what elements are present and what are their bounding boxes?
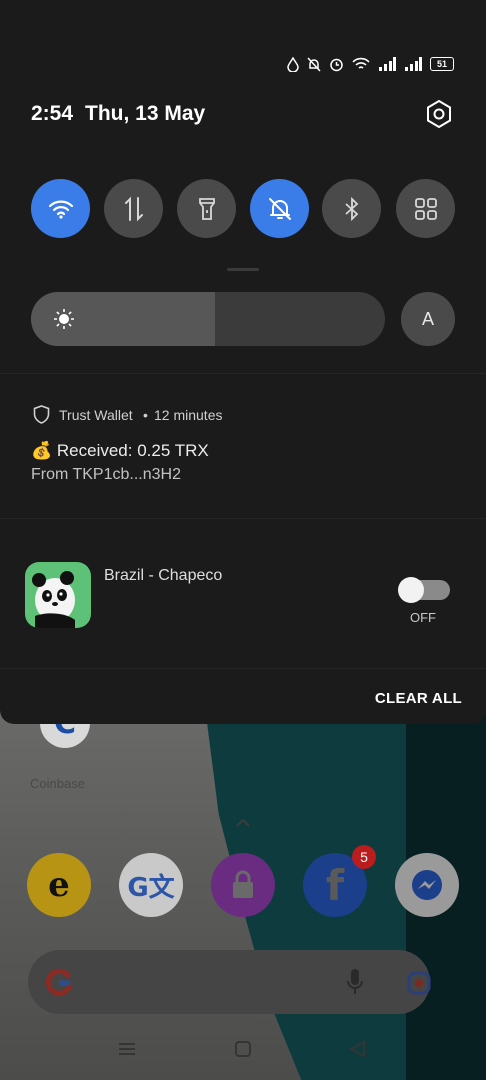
google-lens-icon[interactable]	[406, 970, 432, 996]
notification-title: Brazil - Chapeco	[104, 567, 223, 584]
coinbase-app-label: Coinbase	[30, 776, 85, 791]
divider	[0, 518, 486, 519]
clock: 2:54	[31, 102, 74, 125]
qs-tile-more[interactable]	[396, 179, 455, 238]
panda-vpn-app-icon	[25, 562, 91, 628]
lock-app-icon[interactable]	[211, 853, 275, 917]
chevron-up-icon	[236, 818, 250, 827]
wifi-icon	[48, 200, 73, 219]
qs-tile-mobile-data[interactable]	[104, 179, 163, 238]
auto-brightness-button[interactable]: A	[401, 292, 455, 346]
qs-tile-bluetooth[interactable]	[322, 179, 381, 238]
divider	[0, 373, 486, 374]
messenger-app-icon[interactable]	[395, 853, 459, 917]
qs-tile-wifi[interactable]	[31, 179, 90, 238]
divider	[0, 668, 486, 669]
notification-body: From TKP1cb...n3H2	[31, 466, 181, 483]
brightness-slider[interactable]	[31, 292, 385, 346]
notification-app-name: Trust Wallet	[59, 407, 133, 423]
status-bar-icons: 51	[287, 55, 454, 73]
mobile-data-icon	[124, 196, 143, 221]
vpn-toggle-switch[interactable]	[398, 577, 450, 603]
shield-icon	[33, 405, 50, 424]
qs-tile-flashlight[interactable]	[177, 179, 236, 238]
signal-icon-2	[405, 57, 422, 71]
qs-tile-do-not-disturb[interactable]	[250, 179, 309, 238]
home-wallpaper: C e G文 f 5	[0, 700, 486, 1080]
wifi-icon	[352, 57, 370, 69]
home-button-icon[interactable]	[234, 1040, 252, 1058]
panda-icon	[32, 571, 75, 628]
notification-separator: •	[143, 407, 148, 423]
gear-icon[interactable]	[424, 99, 454, 129]
e-app-icon[interactable]: e	[27, 853, 91, 917]
menu-icon[interactable]	[118, 1040, 136, 1058]
google-search-bar[interactable]	[28, 950, 432, 1014]
navigation-bar	[0, 1030, 486, 1070]
sun-icon	[54, 309, 74, 329]
google-g-icon	[45, 968, 73, 996]
toggle-knob	[398, 577, 424, 603]
clear-all-button[interactable]: CLEAR ALL	[375, 690, 462, 707]
bluetooth-icon	[344, 196, 358, 221]
alarm-icon	[330, 58, 343, 71]
flashlight-icon	[198, 197, 215, 220]
notification-title: 💰 Received: 0.25 TRX	[31, 441, 209, 460]
notification-shade: 51 2:54 Thu, 13 May A Trust Wallet • 12 …	[0, 0, 486, 724]
google-translate-app-icon[interactable]: G文	[119, 853, 183, 917]
date: Thu, 13 May	[85, 102, 206, 125]
grid-icon	[414, 197, 437, 220]
drag-handle[interactable]	[227, 268, 259, 271]
battery-icon: 51	[430, 57, 454, 71]
signal-icon	[379, 57, 396, 71]
bell-off-icon	[268, 197, 291, 220]
notification-time: 12 minutes	[154, 407, 223, 423]
microphone-icon[interactable]	[346, 968, 364, 996]
lock-icon	[233, 870, 253, 898]
messenger-icon	[412, 870, 442, 900]
back-icon[interactable]	[348, 1040, 366, 1058]
bell-off-icon	[307, 56, 321, 72]
data-saver-icon	[287, 56, 299, 72]
toggle-status-label: OFF	[410, 610, 436, 625]
notification-badge: 5	[352, 845, 376, 869]
